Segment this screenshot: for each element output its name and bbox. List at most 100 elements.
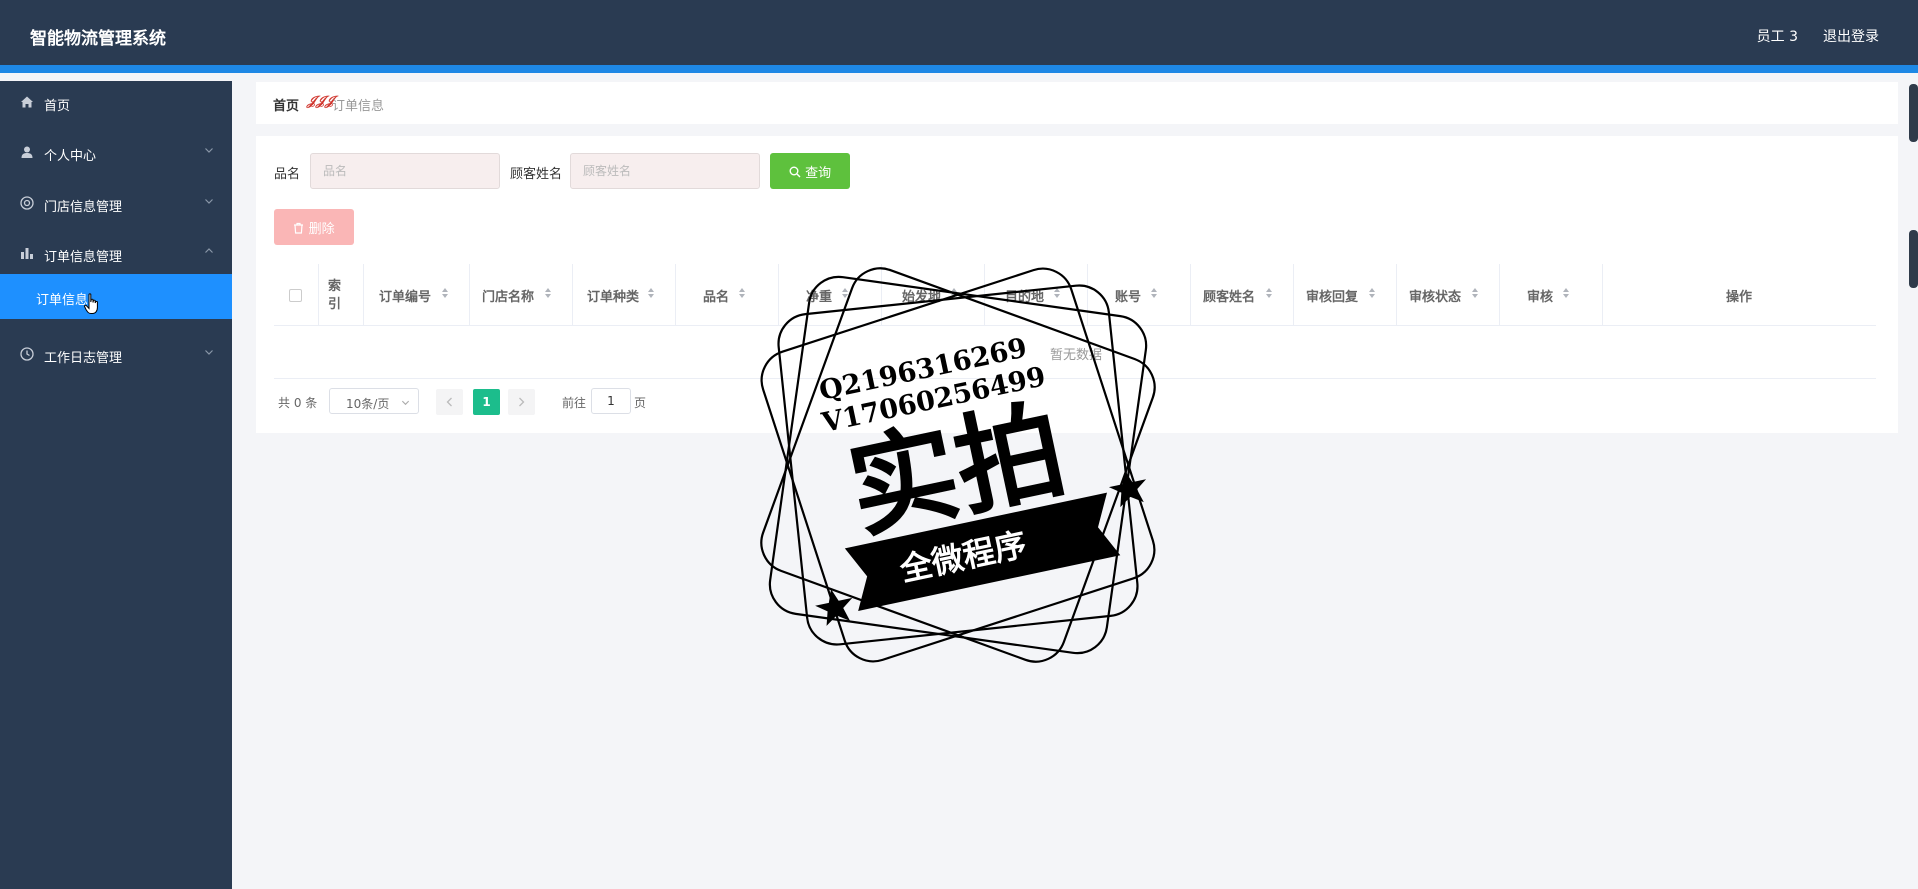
column-label: 始发地 — [902, 290, 942, 305]
product-label: 品名 — [274, 167, 301, 182]
product-input[interactable] — [310, 153, 500, 189]
clock-icon — [20, 347, 34, 361]
trash-icon — [294, 222, 304, 234]
home-icon — [21, 96, 33, 108]
chevron-left-icon — [446, 397, 452, 407]
column-label: 门店名称 — [482, 290, 535, 305]
watermark-banner: 全微程序 — [896, 525, 1030, 589]
delete-button[interactable]: 删除 — [274, 209, 354, 245]
sidebar-item-home[interactable]: 首页 — [0, 81, 232, 125]
breadcrumb-current: 订单信息 — [332, 99, 385, 114]
column-header[interactable]: 目的地 — [985, 264, 1088, 326]
column-header[interactable]: 审核回复 — [1294, 264, 1397, 326]
customer-label: 顾客姓名 — [510, 167, 563, 182]
search-icon — [789, 166, 801, 177]
prev-page-button[interactable] — [436, 389, 463, 415]
column-label: 订单种类 — [587, 290, 640, 305]
page-suffix: 页 — [634, 396, 647, 410]
delete-button-label: 删除 — [308, 221, 335, 237]
sort-icon[interactable] — [1368, 287, 1376, 299]
index-header-text: 索引 — [328, 279, 342, 312]
column-header[interactable]: 品名 — [676, 264, 779, 326]
goto-page-input[interactable] — [591, 388, 631, 414]
column-label: 目的地 — [1005, 290, 1045, 305]
sort-icon[interactable] — [1265, 287, 1273, 299]
main-content: 品名 顾客姓名 查询 删除 索引 订单编号 门店名称 订单种类 品名 净重 始发… — [256, 136, 1898, 433]
page-size-select[interactable]: 10条/页 — [329, 388, 419, 414]
action-header-text: 操作 — [1726, 290, 1753, 305]
sidebar-item-label: 门店信息管理 — [44, 200, 123, 215]
chevron-down-icon — [205, 199, 213, 204]
table-divider — [274, 378, 1876, 379]
column-header[interactable]: 审核 — [1500, 264, 1603, 326]
chevron-down-icon — [205, 350, 213, 355]
column-label: 订单编号 — [379, 290, 432, 305]
column-label: 审核回复 — [1306, 290, 1359, 305]
column-header[interactable]: 订单种类 — [573, 264, 676, 326]
bar-chart-icon — [21, 248, 33, 259]
query-button-label: 查询 — [805, 165, 832, 181]
breadcrumb-home[interactable]: 首页 — [273, 95, 299, 114]
sidebar-item-label: 工作日志管理 — [44, 351, 123, 366]
chevron-down-icon — [401, 400, 410, 406]
breadcrumb-separator-icon: 𝒥𝒥𝒥 — [307, 94, 334, 109]
page-size-value: 10条/页 — [346, 397, 390, 411]
sort-icon[interactable] — [841, 287, 849, 299]
sort-icon[interactable] — [1150, 287, 1158, 299]
customer-input[interactable] — [570, 153, 760, 189]
column-header[interactable]: 顾客姓名 — [1191, 264, 1294, 326]
sidebar-subitem-label: 订单信息 — [36, 293, 89, 308]
sidebar-item-orders[interactable]: 订单信息管理 — [0, 232, 232, 276]
sort-icon[interactable] — [441, 287, 449, 299]
sidebar-item-store[interactable]: 门店信息管理 — [0, 182, 232, 226]
column-header[interactable]: 账号 — [1088, 264, 1191, 326]
logout-link[interactable]: 退出登录 — [1823, 26, 1879, 46]
top-header: 智能物流管理系统 员工 3 退出登录 — [0, 0, 1918, 73]
sort-icon[interactable] — [738, 287, 746, 299]
star-icon — [1108, 470, 1147, 508]
empty-state: 暂无数据 — [1050, 348, 1103, 363]
sidebar-item-label: 订单信息管理 — [44, 250, 123, 265]
scrollbar-thumb[interactable] — [1909, 230, 1918, 288]
chevron-down-icon — [205, 148, 213, 153]
column-label: 审核 — [1527, 290, 1554, 305]
column-header[interactable]: 始发地 — [882, 264, 985, 326]
sort-icon[interactable] — [1053, 287, 1061, 299]
column-label: 审核状态 — [1409, 290, 1462, 305]
current-user: 员工 3 — [1756, 29, 1798, 45]
sidebar-item-label: 个人中心 — [44, 149, 97, 164]
column-label: 顾客姓名 — [1203, 290, 1256, 305]
column-header[interactable]: 门店名称 — [470, 264, 573, 326]
star-icon — [815, 589, 853, 626]
app-title: 智能物流管理系统 — [30, 29, 166, 49]
select-all-cell — [274, 264, 319, 326]
store-icon — [20, 196, 34, 210]
sidebar-item-worklog[interactable]: 工作日志管理 — [0, 333, 232, 377]
sidebar: 首页 个人中心 门店信息管理 订单信息管理 订单信息 工作日志管理 — [0, 81, 232, 889]
index-header: 索引 — [319, 264, 364, 326]
sort-icon[interactable] — [647, 287, 655, 299]
current-page-button[interactable]: 1 — [473, 389, 500, 415]
sidebar-item-label: 首页 — [44, 99, 71, 114]
query-button[interactable]: 查询 — [770, 153, 850, 189]
sort-icon[interactable] — [1562, 287, 1570, 299]
sort-icon[interactable] — [544, 287, 552, 299]
chevron-right-icon — [519, 397, 525, 407]
scrollbar-thumb[interactable] — [1909, 84, 1918, 142]
column-header[interactable]: 订单编号 — [364, 264, 470, 326]
column-label: 品名 — [703, 290, 730, 305]
action-header: 操作 — [1603, 264, 1876, 326]
sort-icon[interactable] — [950, 287, 958, 299]
sort-icon[interactable] — [1471, 287, 1479, 299]
hand-cursor-icon — [84, 293, 98, 314]
goto-label: 前往 — [562, 396, 587, 410]
sidebar-item-personal[interactable]: 个人中心 — [0, 131, 232, 175]
sidebar-subitem-order-info[interactable]: 订单信息 — [0, 274, 232, 319]
chevron-up-icon — [205, 248, 213, 253]
column-header[interactable]: 净重 — [779, 264, 882, 326]
column-header[interactable]: 审核状态 — [1397, 264, 1500, 326]
next-page-button[interactable] — [508, 389, 535, 415]
select-all-checkbox[interactable] — [289, 289, 302, 302]
user-icon — [21, 146, 33, 158]
pagination-total: 共 0 条 — [278, 396, 318, 410]
